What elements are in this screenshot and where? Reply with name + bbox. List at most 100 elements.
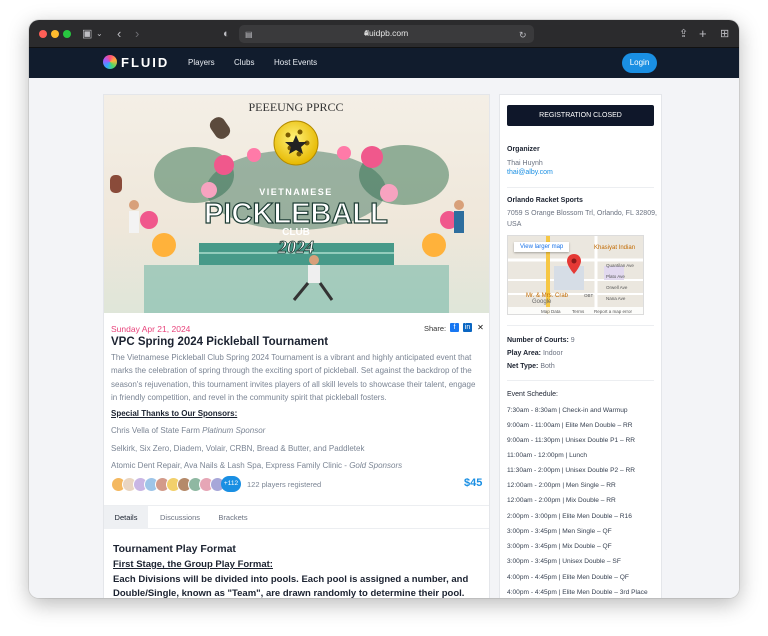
banner-arc-text: PEEEUNG PPRCC xyxy=(248,100,343,114)
privacy-shield-icon[interactable]: ◐ xyxy=(223,26,230,42)
page-content: PEEEUNG PPRCC VIETNAMESE PICKLEBALL CLUB… xyxy=(29,78,739,598)
x-twitter-icon[interactable]: ✕ xyxy=(476,323,485,332)
event-title: VPC Spring 2024 Pickleball Tournament xyxy=(111,336,329,348)
schedule-item: 9:00am - 11:30pm | Unisex Double P1 – RR xyxy=(507,437,636,444)
map-pin-icon[interactable] xyxy=(567,254,581,274)
schedule-item: 3:00pm - 3:45pm | Unisex Double – SF xyxy=(507,558,621,565)
venue-name: Orlando Racket Sports xyxy=(507,197,583,204)
play-area-value: Indoor xyxy=(542,350,563,357)
tab-brackets[interactable]: Brackets xyxy=(210,506,256,529)
schedule-item: 4:00pm - 4:45pm | Elite Men Double – 3rd… xyxy=(507,589,648,596)
divider xyxy=(507,380,654,381)
event-card: PEEEUNG PPRCC VIETNAMESE PICKLEBALL CLUB… xyxy=(103,94,490,598)
login-button[interactable]: Login xyxy=(622,53,657,73)
banner-illustration: PEEEUNG PPRCC VIETNAMESE PICKLEBALL CLUB… xyxy=(110,100,464,313)
organizer-name: Thai Huynh xyxy=(507,160,543,167)
venue-address: 7059 S Orange Blossom Trl, Orlando, FL 3… xyxy=(507,210,657,228)
map-label-orwell: Orwell Ave xyxy=(606,285,628,290)
tab-details[interactable]: Details xyxy=(104,506,148,529)
play-format-heading: Tournament Play Format xyxy=(113,543,236,555)
divider xyxy=(507,325,654,326)
linkedin-icon[interactable]: in xyxy=(463,323,472,332)
players-registered: 122 players registered xyxy=(247,480,322,489)
sponsors-heading: Special Thanks to Our Sponsors: xyxy=(111,409,238,418)
browser-window: ▣ ⌄ ‹ › ◐ ▤ 🔒︎ fluidpb.com ↻ ⇪ + ⊞ FLUID… xyxy=(29,20,739,598)
schedule-item: 3:00pm - 3:45pm | Mix Double – QF xyxy=(507,543,612,550)
banner-pickleball-text: PICKLEBALL xyxy=(204,198,388,230)
courts-stat: Number of Courts: 9 xyxy=(507,337,575,344)
net-type-label: Net Type: xyxy=(507,363,539,370)
schedule-item: 4:00pm - 4:45pm | Elite Men Double – QF xyxy=(507,574,629,581)
banner-vietnamese-text: VIETNAMESE xyxy=(259,187,333,197)
sponsor-platinum-tier: Platinum Sponsor xyxy=(202,426,266,435)
first-stage-body: Each Divisions will be divided into pool… xyxy=(113,574,469,598)
event-date: Sunday Apr 21, 2024 xyxy=(111,324,191,334)
fluid-logo-icon[interactable] xyxy=(103,55,117,69)
event-description: The Vietnamese Pickleball Club Spring 20… xyxy=(111,353,476,402)
play-area-stat: Play Area: Indoor xyxy=(507,350,563,357)
event-price: $45 xyxy=(464,477,483,489)
schedule-heading: Event Schedule: xyxy=(507,391,558,398)
divider xyxy=(507,187,654,188)
site-logo[interactable]: FLUID xyxy=(121,55,169,70)
nav-link-players[interactable]: Players xyxy=(188,58,215,67)
view-larger-map-link[interactable]: View larger map xyxy=(514,242,570,252)
schedule-item: 12:00am - 2:00pm | Men Single – RR xyxy=(507,482,616,489)
facebook-icon[interactable]: f xyxy=(450,323,459,332)
forward-arrow-icon[interactable]: › xyxy=(135,26,139,41)
map-report-link[interactable]: Report a map error xyxy=(594,309,632,314)
close-window-button[interactable] xyxy=(39,30,47,38)
map-label-plato: Plato Ave xyxy=(606,274,625,279)
chevron-down-icon[interactable]: ⌄ xyxy=(96,26,103,42)
map-footer: Map Data Terms Report a map error xyxy=(508,307,643,314)
schedule-item: 7:30am - 8:30am | Check-in and Warmup xyxy=(507,407,628,414)
net-type-value: Both xyxy=(540,363,555,370)
map-terms-link[interactable]: Terms xyxy=(572,309,584,314)
map-label-obt: OBT xyxy=(584,293,594,298)
net-type-stat: Net Type: Both xyxy=(507,363,555,370)
browser-toolbar: ▣ ⌄ ‹ › ◐ ▤ 🔒︎ fluidpb.com ↻ ⇪ + ⊞ xyxy=(29,20,739,48)
sponsor-brands-line: Selkirk, Six Zero, Diadem, Volair, CRBN,… xyxy=(111,444,365,453)
google-logo: Google xyxy=(532,299,552,305)
minimize-window-button[interactable] xyxy=(51,30,59,38)
play-area-label: Play Area: xyxy=(507,350,541,357)
sponsor-gold-line: Atomic Dent Repair, Ava Nails & Lash Spa… xyxy=(111,461,402,470)
map-label-quantilan: Quantilan Ave xyxy=(606,263,634,268)
nav-link-clubs[interactable]: Clubs xyxy=(234,58,254,67)
organizer-email-link[interactable]: thai@alby.com xyxy=(507,169,553,176)
back-arrow-icon[interactable]: ‹ xyxy=(117,26,121,41)
schedule-item: 9:00am - 11:00am | Elite Men Double – RR xyxy=(507,422,633,429)
event-tabs: Details Discussions Brackets xyxy=(104,505,489,529)
map-data-link[interactable]: Map Data xyxy=(541,309,561,314)
sidebar-toggle-icon[interactable]: ▣ xyxy=(82,26,92,42)
courts-value: 9 xyxy=(570,337,575,344)
banner-year-text: 2024 xyxy=(277,237,314,257)
new-tab-icon[interactable]: + xyxy=(699,26,707,41)
reload-icon[interactable]: ↻ xyxy=(519,27,527,43)
zoom-window-button[interactable] xyxy=(63,30,71,38)
map-label-khasiyat: Khasiyat Indian xyxy=(594,245,636,251)
share-icon[interactable]: ⇪ xyxy=(679,26,688,42)
event-banner-image: PEEEUNG PPRCC VIETNAMESE PICKLEBALL CLUB… xyxy=(104,95,489,313)
schedule-item: 3:00pm - 3:45pm | Men Single – QF xyxy=(507,528,612,535)
sponsor-gold-tier: Gold Sponsors xyxy=(349,461,403,470)
sponsor-platinum-name: Chris Vella of State Farm xyxy=(111,426,200,435)
schedule-item: 12:00am - 2:00pm | Mix Double – RR xyxy=(507,497,616,504)
site-navbar: FLUID Players Clubs Host Events Login xyxy=(29,48,739,78)
map-label-nana: Nana Ave xyxy=(606,296,626,301)
registration-closed-button[interactable]: REGISTRATION CLOSED xyxy=(507,105,654,126)
address-bar[interactable]: ▤ 🔒︎ fluidpb.com ↻ xyxy=(239,25,534,43)
nav-link-host-events[interactable]: Host Events xyxy=(274,58,317,67)
schedule-item: 11:30am - 2:00pm | Unisex Double P2 – RR xyxy=(507,467,636,474)
more-players-badge[interactable]: +112 xyxy=(221,476,241,492)
sponsor-gold-names: Atomic Dent Repair, Ava Nails & Lash Spa… xyxy=(111,461,347,470)
tab-overview-icon[interactable]: ⊞ xyxy=(720,26,729,42)
venue-map[interactable]: View larger map Khasiyat Indian Quantila… xyxy=(507,235,644,315)
tab-discussions[interactable]: Discussions xyxy=(152,506,208,529)
schedule-item: 2:00pm - 3:00pm | Elite Men Double – R16 xyxy=(507,513,632,520)
event-sidebar: REGISTRATION CLOSED Organizer Thai Huynh… xyxy=(499,94,662,598)
schedule-item: 11:00am - 12:00pm | Lunch xyxy=(507,452,588,459)
url-text: fluidpb.com xyxy=(364,28,409,38)
organizer-label: Organizer xyxy=(507,146,540,153)
share-label: Share: xyxy=(424,324,447,333)
